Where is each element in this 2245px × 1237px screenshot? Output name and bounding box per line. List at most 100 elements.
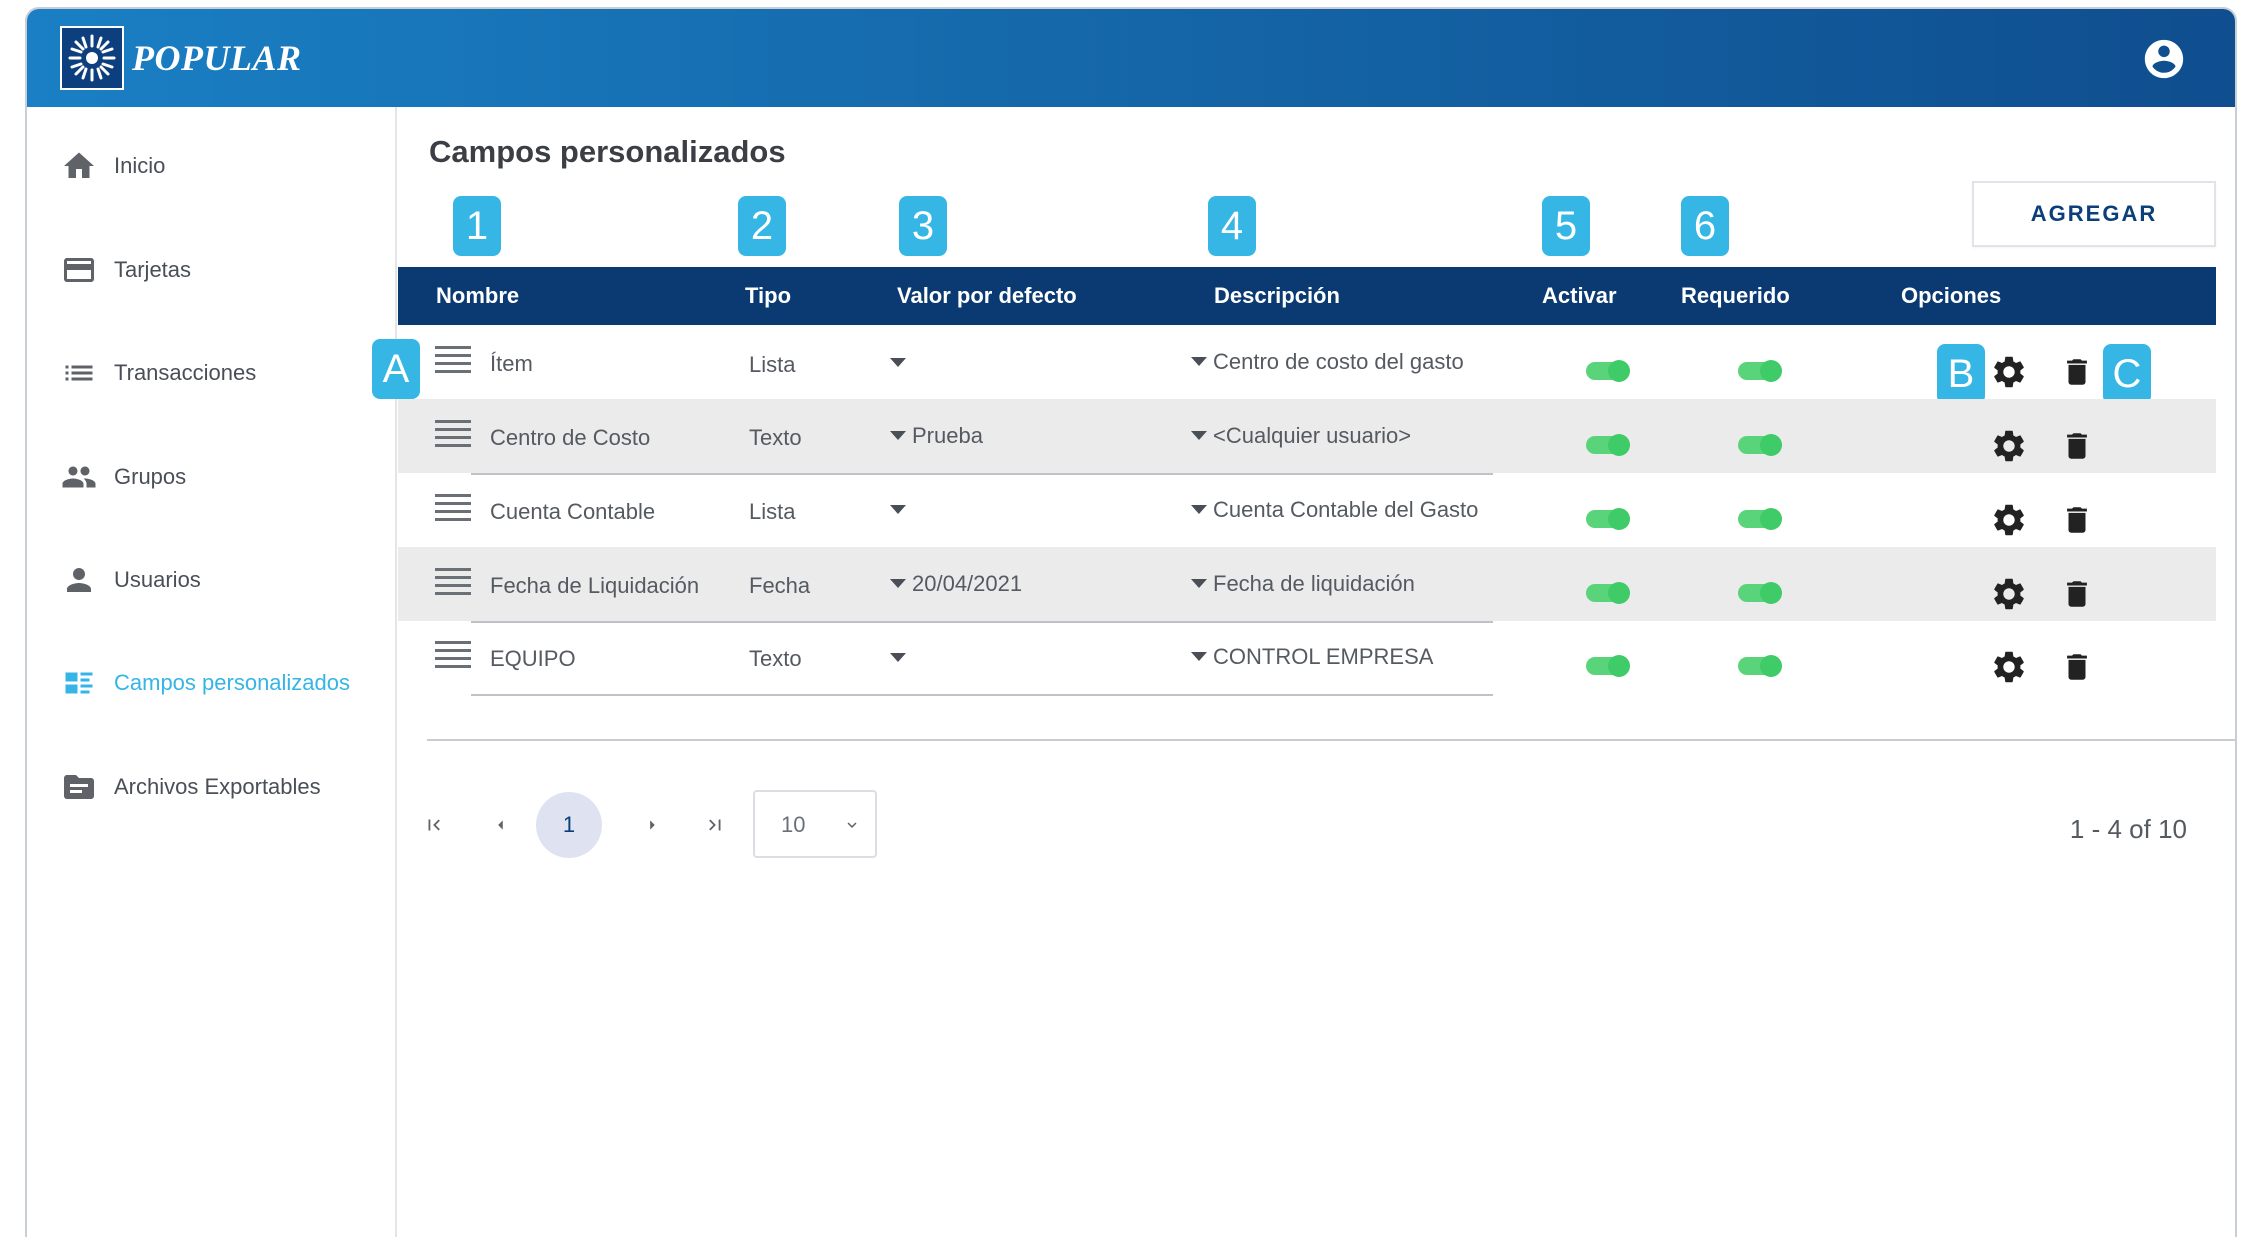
delete-trash-icon[interactable]: [2057, 574, 2097, 614]
drag-handle-icon[interactable]: [433, 492, 473, 524]
caret-down-icon: [1191, 504, 1207, 514]
previous-page-icon[interactable]: [485, 810, 515, 840]
activate-toggle[interactable]: [1586, 434, 1630, 456]
column-header-activar[interactable]: Activar: [1542, 267, 1617, 325]
settings-gear-icon[interactable]: [1989, 647, 2029, 687]
default-value-select[interactable]: [890, 645, 912, 671]
field-type[interactable]: Lista: [749, 499, 795, 525]
callout-badge: 6: [1681, 196, 1729, 256]
column-header-tipo[interactable]: Tipo: [745, 267, 791, 325]
sun-logo-icon: [60, 26, 124, 90]
column-header-nombre[interactable]: Nombre: [436, 267, 519, 325]
list-icon: [59, 353, 99, 393]
default-value-select[interactable]: [890, 497, 912, 523]
activate-toggle[interactable]: [1586, 582, 1630, 604]
description-value: CONTROL EMPRESA: [1213, 644, 1434, 669]
delete-trash-icon[interactable]: [2057, 500, 2097, 540]
settings-gear-icon[interactable]: [1989, 352, 2029, 392]
callout-badge: 1: [453, 196, 501, 256]
description-select[interactable]: <Cualquier usuario>: [1191, 423, 1411, 449]
sidebar-item-grupos[interactable]: Grupos: [27, 447, 397, 507]
sidebar-item-inicio[interactable]: Inicio: [27, 136, 397, 196]
field-type[interactable]: Texto: [749, 425, 802, 451]
activate-toggle[interactable]: [1586, 508, 1630, 530]
delete-trash-icon[interactable]: [2057, 647, 2097, 687]
sidebar-item-tarjetas[interactable]: Tarjetas: [27, 240, 397, 300]
people-icon: [59, 457, 99, 497]
default-value-select[interactable]: [890, 350, 912, 376]
sidebar-item-label: Usuarios: [114, 567, 201, 592]
field-type[interactable]: Texto: [749, 646, 802, 672]
field-name[interactable]: Ítem: [490, 351, 533, 377]
required-toggle[interactable]: [1738, 360, 1782, 382]
default-value-select[interactable]: 20/04/2021: [890, 571, 1022, 597]
caret-down-icon: [890, 578, 906, 588]
sidebar: Inicio Tarjetas Transacciones Grupos Usu…: [27, 107, 397, 1237]
next-page-icon[interactable]: [637, 810, 667, 840]
drag-handle-icon[interactable]: [433, 418, 473, 450]
settings-gear-icon[interactable]: [1989, 426, 2029, 466]
default-value: 20/04/2021: [912, 571, 1023, 596]
page-size-select[interactable]: 10: [753, 790, 877, 858]
sidebar-item-archivos-exportables[interactable]: Archivos Exportables: [27, 757, 397, 817]
drag-handle-icon[interactable]: [433, 344, 473, 376]
field-type[interactable]: Lista: [749, 352, 795, 378]
sidebar-item-usuarios[interactable]: Usuarios: [27, 550, 397, 610]
app-window: POPULAR Inicio Tarjetas Transacciones Gr…: [25, 7, 2237, 1237]
column-header-opciones: Opciones: [1901, 283, 2002, 308]
field-name[interactable]: Fecha de Liquidación: [490, 573, 699, 599]
description-select[interactable]: Cuenta Contable del Gasto: [1191, 497, 1478, 523]
field-name[interactable]: Centro de Costo: [490, 425, 650, 451]
sidebar-item-label: Campos personalizados: [114, 670, 351, 695]
brand-logo[interactable]: POPULAR: [60, 26, 302, 90]
description-select[interactable]: CONTROL EMPRESA: [1191, 644, 1433, 670]
field-type[interactable]: Fecha: [749, 573, 810, 599]
caret-down-icon: [890, 357, 906, 367]
first-page-icon[interactable]: [419, 810, 449, 840]
drag-handle-icon[interactable]: [433, 566, 473, 598]
description-value: <Cualquier usuario>: [1213, 423, 1412, 448]
account-circle-icon[interactable]: [2141, 36, 2187, 82]
add-field-button[interactable]: AGREGAR: [1972, 181, 2216, 247]
activate-toggle[interactable]: [1586, 655, 1630, 677]
required-toggle[interactable]: [1738, 655, 1782, 677]
delete-trash-icon[interactable]: [2057, 352, 2097, 392]
activate-toggle[interactable]: [1586, 360, 1630, 382]
default-value-select[interactable]: Prueba: [890, 423, 983, 449]
sidebar-item-transacciones[interactable]: Transacciones: [27, 343, 397, 403]
caret-down-icon: [1191, 356, 1207, 366]
page-number-current[interactable]: 1: [536, 792, 602, 858]
field-name[interactable]: Cuenta Contable: [490, 499, 655, 525]
column-header-valor[interactable]: Valor por defecto: [897, 267, 1077, 325]
field-name[interactable]: EQUIPO: [490, 646, 576, 672]
sidebar-item-label: Archivos Exportables: [114, 774, 321, 799]
callout-badge: 2: [738, 196, 786, 256]
person-icon: [59, 560, 99, 600]
callout-badge: 5: [1542, 196, 1590, 256]
settings-gear-icon[interactable]: [1989, 574, 2029, 614]
chevron-down-icon: [843, 816, 861, 839]
description-select[interactable]: Centro de costo del gasto: [1191, 349, 1464, 375]
table-bottom-divider: [427, 739, 2235, 741]
required-toggle[interactable]: [1738, 434, 1782, 456]
caret-down-icon: [890, 430, 906, 440]
required-toggle[interactable]: [1738, 582, 1782, 604]
row-divider: [471, 694, 1493, 696]
caret-down-icon: [1191, 651, 1207, 661]
column-header-requerido[interactable]: Requerido: [1681, 267, 1790, 325]
required-toggle[interactable]: [1738, 508, 1782, 530]
callout-badge: B: [1937, 344, 1985, 404]
callout-badge: C: [2103, 344, 2151, 404]
callout-badge: A: [372, 339, 420, 399]
description-select[interactable]: Fecha de liquidación: [1191, 571, 1415, 597]
sidebar-item-campos-personalizados[interactable]: Campos personalizados: [27, 653, 397, 713]
column-header-descripcion[interactable]: Descripción: [1214, 267, 1340, 325]
description-value: Fecha de liquidación: [1213, 571, 1415, 596]
custom-fields-icon: [59, 663, 99, 703]
description-value: Cuenta Contable del Gasto: [1213, 497, 1479, 522]
delete-trash-icon[interactable]: [2057, 426, 2097, 466]
sidebar-item-label: Grupos: [114, 464, 187, 489]
settings-gear-icon[interactable]: [1989, 500, 2029, 540]
drag-handle-icon[interactable]: [433, 639, 473, 671]
last-page-icon[interactable]: [700, 810, 730, 840]
